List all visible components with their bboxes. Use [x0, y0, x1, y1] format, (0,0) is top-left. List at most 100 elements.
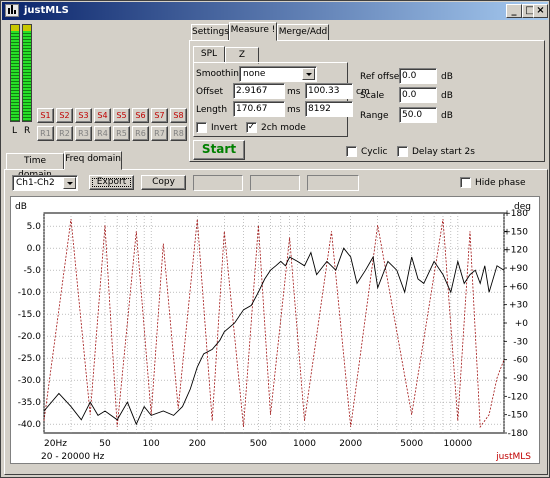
x-tick-label: 50 — [99, 439, 111, 449]
cyclic-checkbox[interactable] — [346, 146, 357, 157]
y-left-axis-title: dB — [15, 202, 27, 212]
offset-cm-input[interactable]: 100.33 — [305, 83, 353, 99]
channel-button-s8[interactable]: S8 — [170, 108, 187, 123]
range-label: Range — [360, 111, 389, 121]
frequency-plot[interactable]: 5.0 0.0 -5.0 -10.0 -15.0 -20.0 -25.0 -30.0 -35.0… — [10, 196, 540, 464]
length-samples-input[interactable]: 8192 — [305, 101, 353, 117]
ref-offset-input[interactable]: 0.0 — [399, 68, 437, 84]
y-left-tick-label: 5.0 — [27, 222, 42, 232]
y-right-tick-label: -30 — [513, 337, 528, 347]
y-right-tick-label: -90 — [513, 374, 528, 384]
y-left-tick-label: -25.0 — [18, 354, 42, 364]
twoch-label: 2ch mode — [261, 123, 306, 133]
copy-button[interactable]: Copy — [141, 175, 186, 190]
delay-start-label: Delay start 2s — [412, 147, 475, 157]
right-meter-label: R — [24, 126, 31, 136]
channel-value: Ch1-Ch2 — [16, 178, 55, 188]
x-tick-label: 2000 — [339, 439, 362, 449]
channel-button-r1[interactable]: R1 — [37, 126, 54, 141]
hide-phase-checkbox[interactable] — [460, 177, 471, 188]
ref-offset-label: Ref offset — [360, 72, 403, 82]
tab-merge-add[interactable]: Merge/Add — [277, 24, 329, 41]
y-right-tick-label: -150 — [508, 411, 529, 421]
smoothing-label: Smoothing — [196, 69, 245, 79]
tab-spl[interactable]: SPL — [193, 46, 225, 63]
channel-button-r4[interactable]: R4 — [94, 126, 111, 141]
y-left-tick-label: -35.0 — [18, 398, 42, 408]
channel-button-r7[interactable]: R7 — [151, 126, 168, 141]
cyclic-label: Cyclic — [361, 147, 388, 157]
scale-label: Scale — [360, 91, 385, 101]
start-button[interactable]: Start — [193, 140, 245, 160]
close-button[interactable]: × — [533, 4, 548, 18]
y-right-tick-label: +60 — [509, 282, 528, 292]
channel-button-s1[interactable]: S1 — [37, 108, 54, 123]
y-left-tick-label: -40.0 — [18, 420, 42, 430]
y-right-tick-label: +30 — [509, 301, 528, 311]
chevron-down-icon[interactable] — [302, 68, 315, 80]
length-ms-unit: ms — [287, 105, 301, 115]
y-right-tick-label: -120 — [508, 392, 529, 402]
tab-time-domain[interactable]: Time domain — [6, 153, 64, 180]
plot-frame — [43, 212, 505, 434]
y-right-tick-label: -180 — [508, 429, 529, 439]
channel-select[interactable]: Ch1-Ch2 — [12, 175, 78, 191]
plot-canvas: 5.0 0.0 -5.0 -10.0 -15.0 -20.0 -25.0 -30.0 -35.0… — [15, 202, 531, 462]
export-button[interactable]: Export — [89, 175, 134, 190]
tab-freq-domain[interactable]: Freq domain — [64, 151, 122, 170]
invert-checkbox[interactable] — [196, 122, 207, 133]
brand-label: justMLS — [495, 452, 531, 462]
left-level-meter — [10, 24, 20, 122]
smoothing-select[interactable]: none — [239, 66, 317, 82]
tab-measure[interactable]: Measure ! — [229, 22, 277, 41]
x-tick-label: 5000 — [400, 439, 423, 449]
range-unit: dB — [441, 111, 453, 121]
length-ms-input[interactable]: 170.67 — [233, 101, 285, 117]
phase-series-line — [43, 219, 505, 429]
twoch-checkbox[interactable]: ✓ — [246, 122, 257, 133]
right-level-meter — [22, 24, 32, 122]
title-bar[interactable]: justMLS _ □ × — [2, 2, 548, 20]
status-field-3 — [307, 175, 359, 191]
channel-button-s4[interactable]: S4 — [94, 108, 111, 123]
length-label: Length — [196, 105, 228, 115]
window-title: justMLS — [24, 5, 69, 16]
scale-input[interactable]: 0.0 — [399, 87, 437, 103]
channel-button-r2[interactable]: R2 — [56, 126, 73, 141]
channel-button-s5[interactable]: S5 — [113, 108, 130, 123]
x-tick-label: 10000 — [444, 439, 473, 449]
y-right-tick-label: +90 — [509, 264, 528, 274]
invert-label: Invert — [211, 123, 238, 133]
y-left-tick-label: -15.0 — [18, 310, 42, 320]
channel-button-r8[interactable]: R8 — [170, 126, 187, 141]
channel-button-r5[interactable]: R5 — [113, 126, 130, 141]
y-right-tick-label: +150 — [503, 227, 528, 237]
x-tick-label: 20Hz — [44, 439, 67, 449]
y-left-tick-label: 0.0 — [27, 244, 42, 254]
y-left-tick-label: -30.0 — [18, 376, 42, 386]
app-window: justMLS _ □ × L R S1 S2 S3 S4 S5 S6 S7 S8 R1 R2 R… — [0, 0, 550, 478]
delay-start-checkbox[interactable] — [397, 146, 408, 157]
x-tick-label: 100 — [143, 439, 160, 449]
app-icon — [5, 4, 19, 17]
range-input[interactable]: 50.0 — [399, 107, 437, 123]
y-right-tick-label: -60 — [513, 356, 528, 366]
chevron-down-icon[interactable] — [63, 177, 76, 189]
x-tick-label: 1000 — [293, 439, 316, 449]
status-field-2 — [250, 175, 300, 191]
channel-button-s3[interactable]: S3 — [75, 108, 92, 123]
minimize-button[interactable]: _ — [506, 4, 522, 18]
smoothing-value: none — [243, 69, 266, 79]
left-meter-label: L — [12, 126, 18, 136]
y-right-tick-label: +120 — [503, 246, 528, 256]
channel-button-r6[interactable]: R6 — [132, 126, 149, 141]
offset-ms-input[interactable]: 2.9167 — [233, 83, 285, 99]
channel-button-s6[interactable]: S6 — [132, 108, 149, 123]
channel-button-s2[interactable]: S2 — [56, 108, 73, 123]
channel-button-s7[interactable]: S7 — [151, 108, 168, 123]
tab-settings[interactable]: Settings — [191, 24, 229, 41]
x-tick-label: 500 — [250, 439, 267, 449]
channel-button-r3[interactable]: R3 — [75, 126, 92, 141]
status-field-1 — [193, 175, 243, 191]
y-right-axis-title: deg — [514, 202, 531, 212]
